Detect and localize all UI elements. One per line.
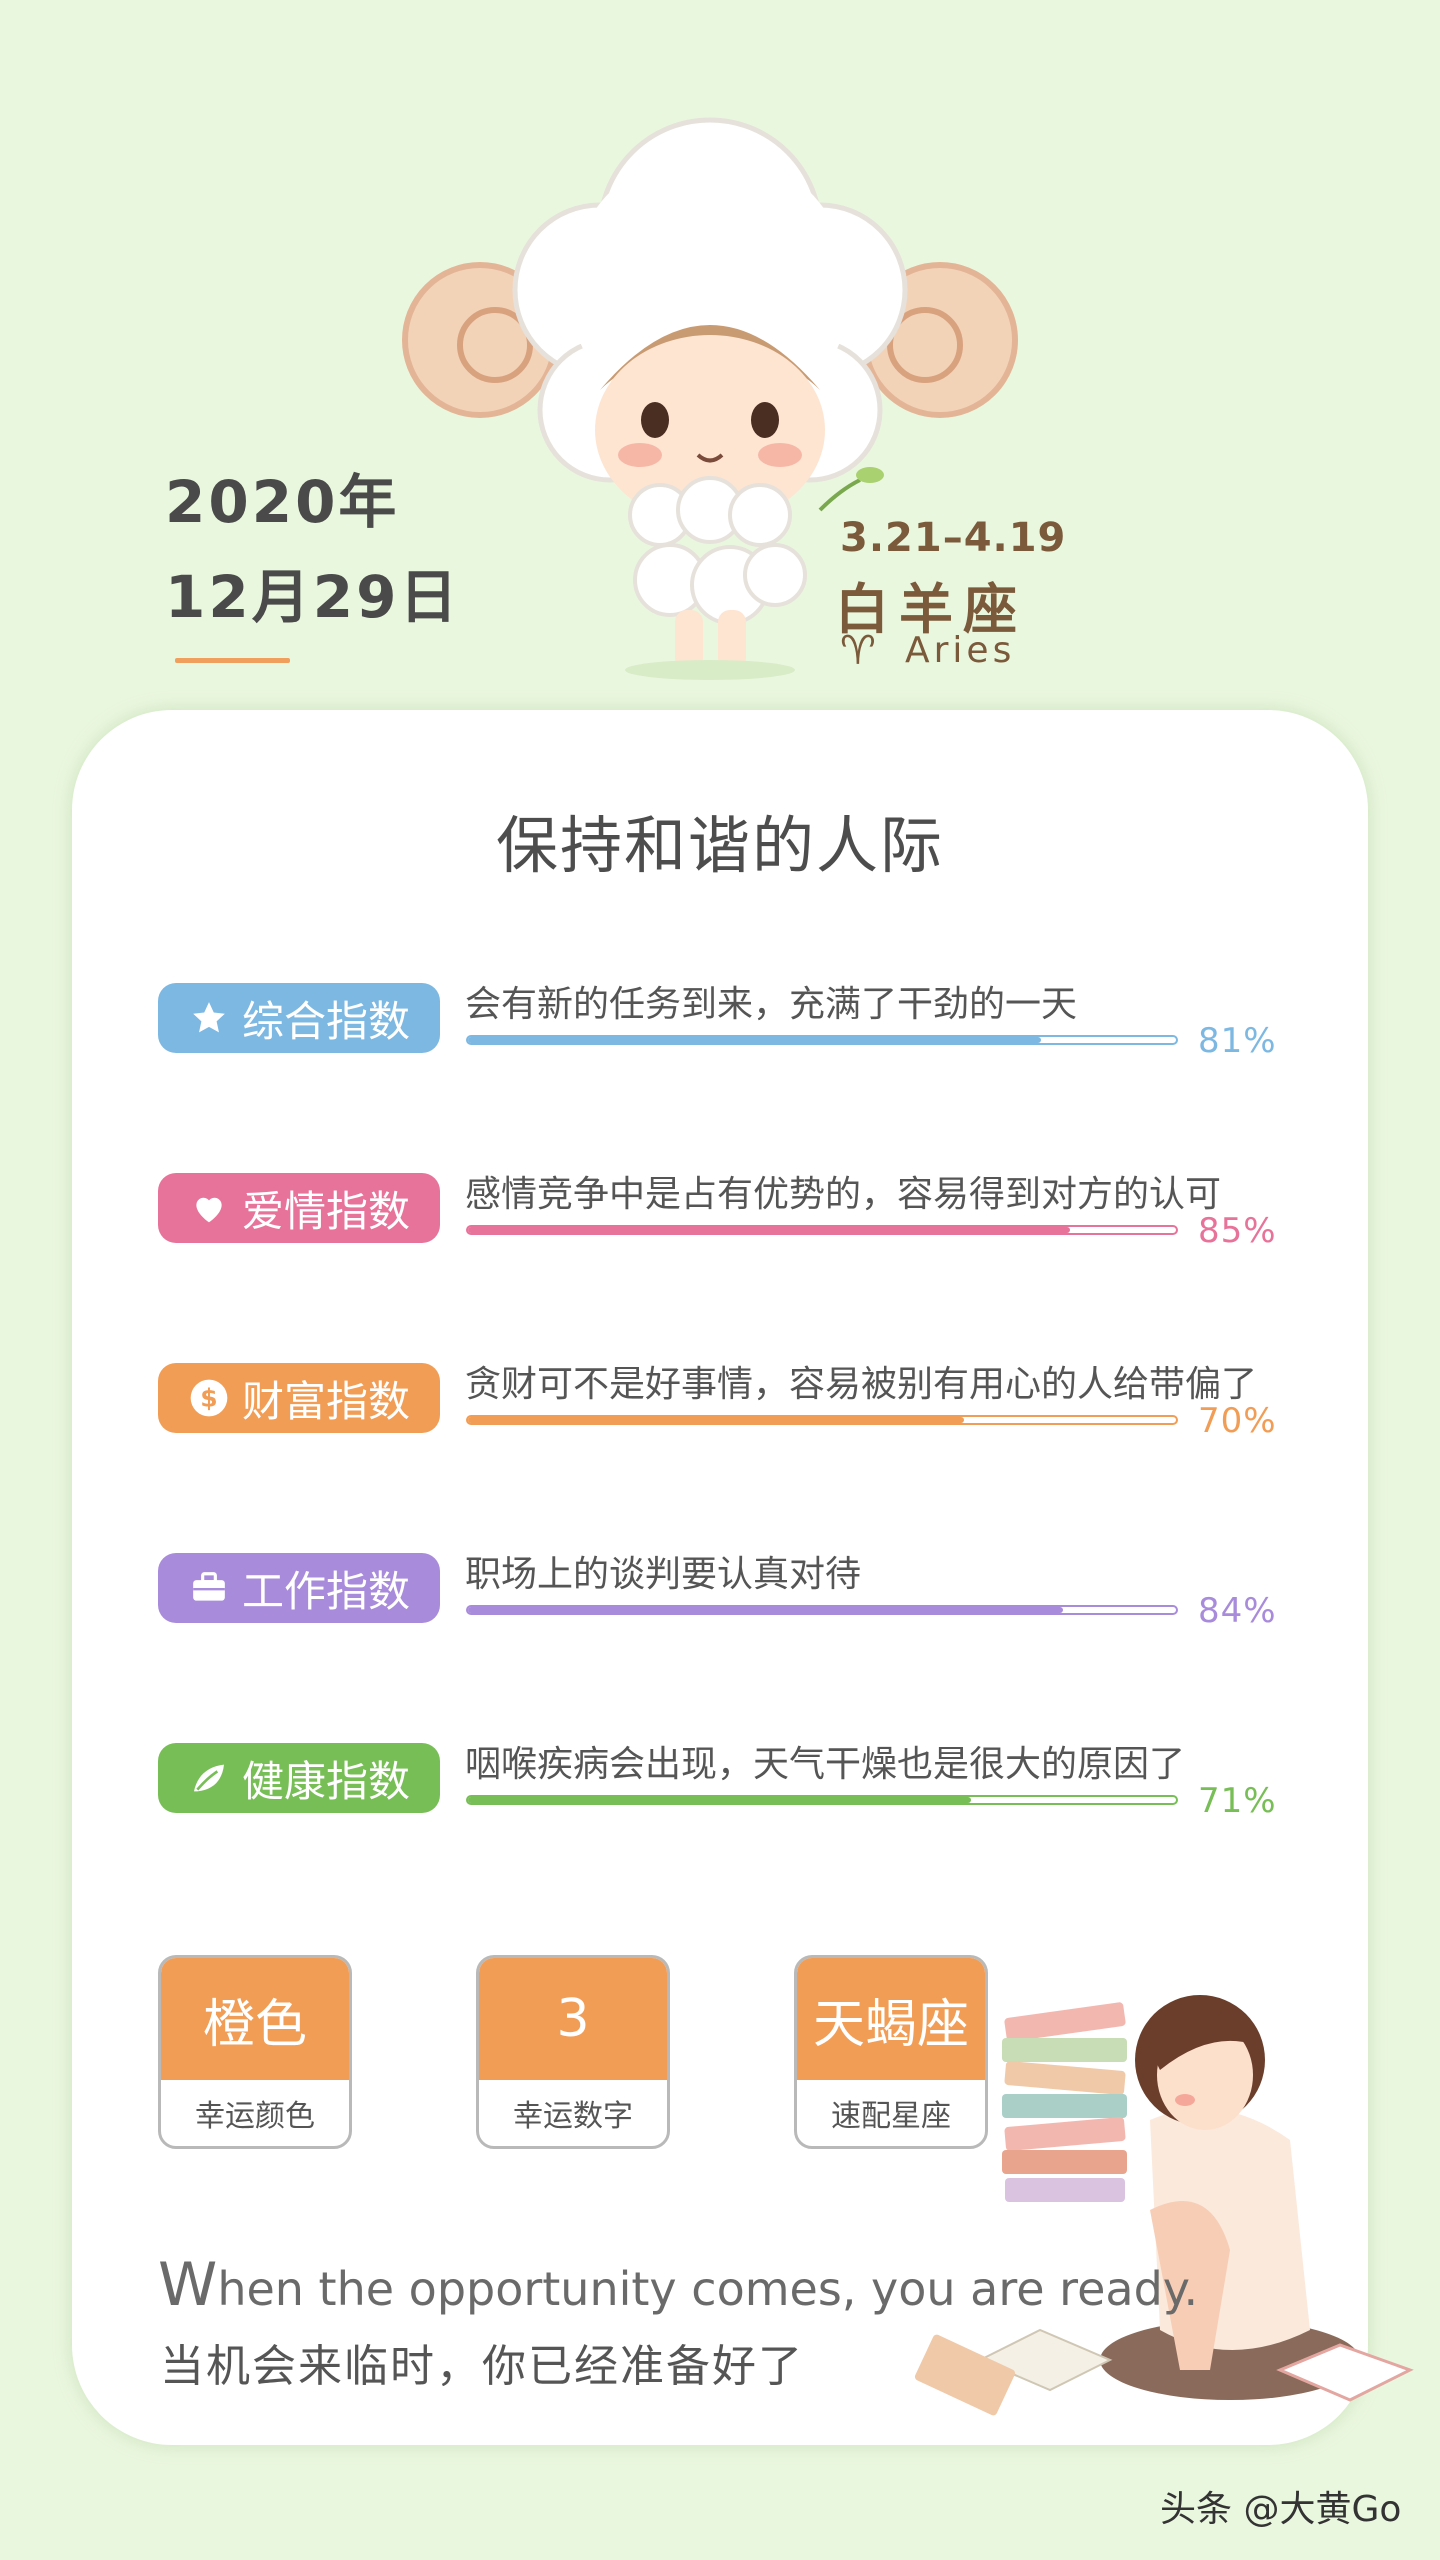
index-percent: 81%	[1198, 1021, 1277, 1061]
index-description: 感情竞争中是占有优势的，容易得到对方的认可	[465, 1174, 1222, 1215]
index-label: 综合指数	[241, 996, 410, 1046]
card-title: 保持和谐的人际	[495, 809, 944, 882]
index-row-health: 健康指数 咽喉疾病会出现，天气干燥也是很大的原因了 71%	[0, 1743, 1440, 1863]
girl-reading-illustration	[914, 1995, 1414, 2416]
index-progress-bar	[466, 1415, 1178, 1425]
index-progress-bar	[466, 1605, 1178, 1615]
heart-icon	[188, 1187, 230, 1229]
index-label: 健康指数	[241, 1756, 410, 1806]
index-label: 财富指数	[241, 1376, 410, 1426]
quote-rest: hen the opportunity comes, you are ready…	[217, 2262, 1199, 2316]
index-pill: 健康指数	[158, 1743, 440, 1813]
index-percent: 85%	[1198, 1211, 1277, 1251]
index-description: 贪财可不是好事情，容易被别有用心的人给带偏了	[465, 1364, 1258, 1405]
index-progress-fill	[468, 1037, 1042, 1043]
date-year: 2020年	[165, 468, 400, 536]
index-label: 工作指数	[241, 1566, 410, 1616]
index-pill: 爱情指数	[158, 1173, 440, 1243]
index-row-wealth: $ 财富指数 贪财可不是好事情，容易被别有用心的人给带偏了 70%	[0, 1363, 1440, 1483]
zodiac-dates: 3.21–4.19	[840, 515, 1067, 561]
leaf-icon	[188, 1757, 230, 1799]
index-percent: 84%	[1198, 1591, 1277, 1631]
index-progress-bar	[466, 1035, 1178, 1045]
lucky-color-box: 橙色 幸运颜色	[158, 1955, 352, 2149]
star-icon	[188, 997, 230, 1039]
index-progress-fill	[468, 1607, 1063, 1613]
index-progress-bar	[466, 1795, 1178, 1805]
date-underline	[175, 658, 290, 663]
quote-english: When the opportunity comes, you are read…	[158, 2250, 1198, 2320]
index-progress-fill	[468, 1417, 964, 1423]
lucky-color-label: 幸运颜色	[195, 2099, 315, 2134]
lucky-number-value: 3	[479, 1958, 667, 2080]
watermark-text: 头条 @大黄Go	[1160, 2489, 1402, 2530]
index-description: 职场上的谈判要认真对待	[465, 1554, 862, 1595]
zodiac-english: Aries	[905, 630, 1016, 671]
lucky-color-value: 橙色	[161, 1958, 349, 2080]
svg-text:$: $	[200, 1383, 217, 1412]
index-percent: 71%	[1198, 1781, 1277, 1821]
index-description: 咽喉疾病会出现，天气干燥也是很大的原因了	[465, 1744, 1186, 1785]
lucky-number-box: 3 幸运数字	[476, 1955, 670, 2149]
index-row-love: 爱情指数 感情竞争中是占有优势的，容易得到对方的认可 85%	[0, 1173, 1440, 1293]
index-percent: 70%	[1198, 1401, 1277, 1441]
quote-first-letter: W	[158, 2250, 218, 2320]
index-description: 会有新的任务到来，充满了干劲的一天	[465, 984, 1078, 1025]
quote-chinese: 当机会来临时，你已经准备好了	[160, 2341, 804, 2392]
briefcase-icon	[188, 1567, 230, 1609]
index-row-work: 工作指数 职场上的谈判要认真对待 84%	[0, 1553, 1440, 1673]
index-label: 爱情指数	[241, 1186, 410, 1236]
dollar-icon: $	[188, 1377, 230, 1419]
index-progress-fill	[468, 1227, 1070, 1233]
index-pill: 工作指数	[158, 1553, 440, 1623]
index-row-overall: 综合指数 会有新的任务到来，充满了干劲的一天 81%	[0, 983, 1440, 1103]
index-progress-bar	[466, 1225, 1178, 1235]
index-progress-fill	[468, 1797, 971, 1803]
index-pill: $ 财富指数	[158, 1363, 440, 1433]
aries-symbol-icon: ♈	[840, 628, 876, 674]
index-pill: 综合指数	[158, 983, 440, 1053]
lucky-number-label: 幸运数字	[513, 2099, 633, 2134]
